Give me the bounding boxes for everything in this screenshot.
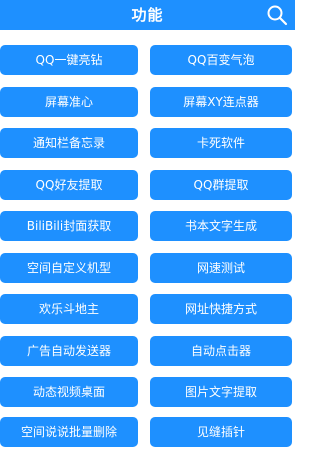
feature-button-qq-friends-extract[interactable]: QQ好友提取 [0, 170, 138, 200]
feature-button-landlord-game[interactable]: 欢乐斗地主 [0, 294, 138, 324]
feature-button-book-text-generator[interactable]: 书本文字生成 [150, 211, 292, 241]
feature-button-qq-diamond[interactable]: QQ一键亮钻 [0, 45, 138, 75]
feature-button-ad-auto-sender[interactable]: 广告自动发送器 [0, 336, 138, 366]
feature-button-qq-group-extract[interactable]: QQ群提取 [150, 170, 292, 200]
feature-button-auto-clicker[interactable]: 自动点击器 [150, 336, 292, 366]
feature-button-bulk-delete-posts[interactable]: 空间说说批量删除 [0, 417, 138, 447]
feature-button-freeze-app[interactable]: 卡死软件 [150, 128, 292, 158]
feature-button-custom-device-model[interactable]: 空间自定义机型 [0, 253, 138, 283]
feature-button-pin-game[interactable]: 见缝插针 [150, 417, 292, 447]
feature-button-url-shortcut[interactable]: 网址快捷方式 [150, 294, 292, 324]
feature-button-qq-bubble[interactable]: QQ百变气泡 [150, 45, 292, 75]
feature-button-screen-xy-clicker[interactable]: 屏幕XY连点器 [150, 87, 292, 117]
feature-button-screen-crosshair[interactable]: 屏幕准心 [0, 87, 138, 117]
feature-button-video-wallpaper[interactable]: 动态视频桌面 [0, 377, 138, 407]
feature-button-notification-memo[interactable]: 通知栏备忘录 [0, 128, 138, 158]
feature-button-image-text-extract[interactable]: 图片文字提取 [150, 377, 292, 407]
feature-button-speed-test[interactable]: 网速测试 [150, 253, 292, 283]
feature-grid: QQ一键亮钻 QQ百变气泡 屏幕准心 屏幕XY连点器 通知栏备忘录 卡死软件 Q… [0, 0, 295, 456]
feature-button-bilibili-cover[interactable]: BiliBili封面获取 [0, 211, 138, 241]
